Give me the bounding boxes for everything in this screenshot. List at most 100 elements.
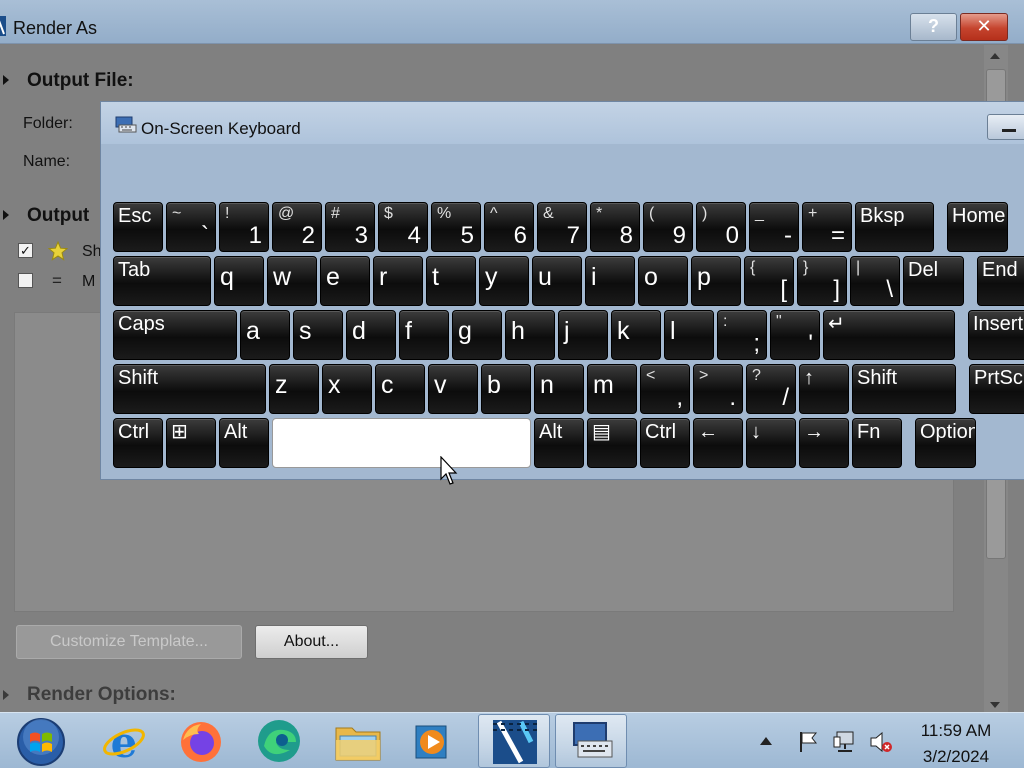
key-v[interactable]: v bbox=[428, 364, 478, 414]
key-f[interactable]: f bbox=[399, 310, 449, 360]
minimize-button[interactable] bbox=[987, 114, 1024, 140]
key-semicolon[interactable]: :; bbox=[717, 310, 767, 360]
key-lbracket[interactable]: {[ bbox=[744, 256, 794, 306]
key-h[interactable]: h bbox=[505, 310, 555, 360]
key-2[interactable]: @2 bbox=[272, 202, 322, 252]
template-checkbox-1[interactable]: ✓ bbox=[18, 243, 33, 258]
key-o[interactable]: o bbox=[638, 256, 688, 306]
key-end[interactable]: End bbox=[977, 256, 1024, 306]
key-z[interactable]: z bbox=[269, 364, 319, 414]
key-slash[interactable]: ? / bbox=[746, 364, 796, 414]
key-r[interactable]: r bbox=[373, 256, 423, 306]
key-lalt[interactable]: Alt bbox=[219, 418, 269, 468]
key-fn[interactable]: Fn bbox=[852, 418, 902, 468]
taskbar-render-app[interactable] bbox=[478, 714, 550, 768]
key-8[interactable]: * 8 bbox=[590, 202, 640, 252]
taskbar-edge[interactable] bbox=[244, 714, 316, 768]
key-menu[interactable]: ▤ bbox=[587, 418, 637, 468]
key-rctrl[interactable]: Ctrl bbox=[640, 418, 690, 468]
key-e[interactable]: e bbox=[320, 256, 370, 306]
key-tab[interactable]: Tab bbox=[113, 256, 211, 306]
key-c[interactable]: c bbox=[375, 364, 425, 414]
key-home[interactable]: Home bbox=[947, 202, 1008, 252]
key-right[interactable]: → bbox=[799, 418, 849, 468]
key-1[interactable]: ! 1 bbox=[219, 202, 269, 252]
key-backtick[interactable]: ~ ` bbox=[166, 202, 216, 252]
key-del[interactable]: Del bbox=[903, 256, 964, 306]
key-caps[interactable]: Caps bbox=[113, 310, 237, 360]
key-s[interactable]: s bbox=[293, 310, 343, 360]
key-period[interactable]: >. bbox=[693, 364, 743, 414]
key-l[interactable]: l bbox=[664, 310, 714, 360]
osk-titlebar[interactable]: On-Screen Keyboard bbox=[101, 102, 1024, 144]
taskbar-firefox[interactable] bbox=[165, 714, 237, 768]
clock-date[interactable]: 3/2/2024 bbox=[906, 747, 1006, 767]
volume-muted-icon[interactable] bbox=[868, 729, 894, 755]
key-6[interactable]: ^ 6 bbox=[484, 202, 534, 252]
render-as-titlebar[interactable]: Render As ? ✕ bbox=[0, 0, 1024, 44]
key-comma[interactable]: <, bbox=[640, 364, 690, 414]
key-n[interactable]: n bbox=[534, 364, 584, 414]
about-button[interactable]: About... bbox=[255, 625, 368, 659]
key-w[interactable]: w bbox=[267, 256, 317, 306]
key-q[interactable]: q bbox=[214, 256, 264, 306]
scroll-down-arrow-icon[interactable] bbox=[990, 702, 1000, 708]
key-y[interactable]: y bbox=[479, 256, 529, 306]
key-k[interactable]: k bbox=[611, 310, 661, 360]
key-lshift[interactable]: Shift bbox=[113, 364, 266, 414]
key-m[interactable]: m bbox=[587, 364, 637, 414]
key-backslash[interactable]: | \ bbox=[850, 256, 900, 306]
key-x[interactable]: x bbox=[322, 364, 372, 414]
key-win[interactable]: ⊞ bbox=[166, 418, 216, 468]
scroll-up-arrow-icon[interactable] bbox=[990, 53, 1000, 59]
start-button[interactable] bbox=[4, 714, 76, 768]
key-space[interactable] bbox=[272, 418, 531, 468]
key-j[interactable]: j bbox=[558, 310, 608, 360]
close-button[interactable]: ✕ bbox=[960, 13, 1008, 41]
help-button[interactable]: ? bbox=[910, 13, 957, 41]
key-equals[interactable]: + = bbox=[802, 202, 852, 252]
key-4[interactable]: $4 bbox=[378, 202, 428, 252]
output-file-expander-icon[interactable] bbox=[3, 75, 9, 85]
key-9[interactable]: (9 bbox=[643, 202, 693, 252]
key-rbracket[interactable]: }] bbox=[797, 256, 847, 306]
key-b[interactable]: b bbox=[481, 364, 531, 414]
key-bksp[interactable]: Bksp bbox=[855, 202, 934, 252]
key-enter[interactable]: ↵ bbox=[823, 310, 955, 360]
key-insert[interactable]: Insert bbox=[968, 310, 1024, 360]
key-a[interactable]: a bbox=[240, 310, 290, 360]
key-u[interactable]: u bbox=[532, 256, 582, 306]
key-t[interactable]: t bbox=[426, 256, 476, 306]
key-up[interactable]: ↑ bbox=[799, 364, 849, 414]
key-quote[interactable]: " ' bbox=[770, 310, 820, 360]
taskbar-media-player[interactable] bbox=[398, 714, 470, 768]
key-ralt[interactable]: Alt bbox=[534, 418, 584, 468]
key-g[interactable]: g bbox=[452, 310, 502, 360]
key-options[interactable]: Options bbox=[915, 418, 976, 468]
action-center-flag-icon[interactable] bbox=[797, 730, 821, 754]
key-3[interactable]: #3 bbox=[325, 202, 375, 252]
key-0[interactable]: ) 0 bbox=[696, 202, 746, 252]
output-format-expander-icon[interactable] bbox=[3, 210, 9, 220]
key-lctrl[interactable]: Ctrl bbox=[113, 418, 163, 468]
taskbar-internet-explorer[interactable]: e bbox=[88, 714, 160, 768]
render-options-expander-icon[interactable] bbox=[3, 690, 9, 700]
clock-time[interactable]: 11:59 AM bbox=[906, 721, 1006, 741]
key-7[interactable]: & 7 bbox=[537, 202, 587, 252]
network-icon[interactable] bbox=[832, 729, 858, 755]
key-d[interactable]: d bbox=[346, 310, 396, 360]
key-left[interactable]: ← bbox=[693, 418, 743, 468]
key-i[interactable]: i bbox=[585, 256, 635, 306]
template-checkbox-2[interactable] bbox=[18, 273, 33, 288]
customize-template-button[interactable]: Customize Template... bbox=[16, 625, 242, 659]
key-minus[interactable]: _ - bbox=[749, 202, 799, 252]
show-hidden-icons-icon[interactable] bbox=[760, 737, 772, 745]
key-rshift[interactable]: Shift bbox=[852, 364, 956, 414]
key-down[interactable]: ↓ bbox=[746, 418, 796, 468]
key-esc[interactable]: Esc bbox=[113, 202, 163, 252]
key-p[interactable]: p bbox=[691, 256, 741, 306]
taskbar-file-explorer[interactable] bbox=[322, 714, 394, 768]
taskbar-on-screen-keyboard[interactable] bbox=[555, 714, 627, 768]
key-5[interactable]: % 5 bbox=[431, 202, 481, 252]
key-prtscn[interactable]: PrtScn bbox=[969, 364, 1024, 414]
